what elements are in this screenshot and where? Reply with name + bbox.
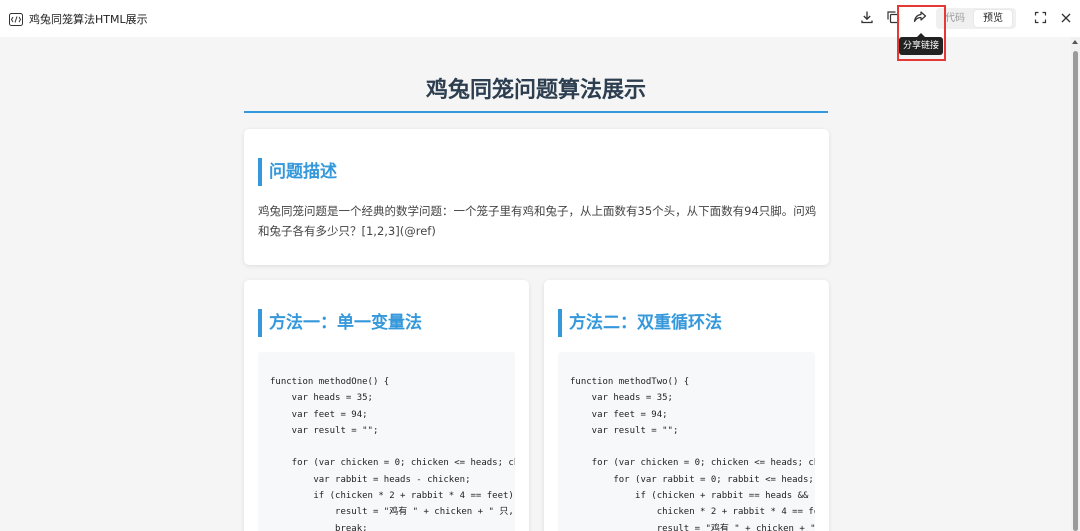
page-title: 鸡兔同笼问题算法展示 (425, 78, 646, 103)
fullscreen-button[interactable] (1031, 9, 1049, 27)
scroll-up-arrow-icon[interactable] (1072, 40, 1078, 44)
method-two-heading: 方法二：双重循环法 (558, 309, 722, 337)
code-document-icon (9, 11, 23, 26)
share-link-tooltip: 分享链接 (899, 33, 943, 55)
method-one-code: function methodOne() { var heads = 35; v… (270, 377, 515, 531)
download-icon (860, 9, 874, 28)
download-button[interactable] (858, 9, 876, 27)
preview-view-tab[interactable]: 预览 (974, 10, 1012, 27)
method-two-code-block: function methodTwo() { var heads = 35; v… (558, 352, 815, 531)
problem-heading: 问题描述 (258, 158, 337, 186)
problem-card: 问题描述 鸡兔同笼问题是一个经典的数学问题：一个笼子里有鸡和兔子，从上面数有35… (244, 129, 829, 265)
close-icon (1060, 9, 1072, 28)
method-two-code: function methodTwo() { var heads = 35; v… (570, 377, 815, 531)
close-button[interactable] (1057, 9, 1075, 27)
method-one-heading: 方法一：单一变量法 (258, 309, 422, 337)
method-two-card: 方法二：双重循环法 function methodTwo() { var hea… (544, 280, 829, 531)
scrollbar[interactable] (1071, 37, 1080, 531)
view-toggle: 代码 预览 (936, 8, 1016, 29)
fullscreen-icon (1034, 9, 1047, 28)
method-one-code-block: function methodOne() { var heads = 35; v… (258, 352, 515, 531)
window-title: 鸡兔同笼算法HTML展示 (29, 13, 148, 26)
title-divider (244, 111, 828, 113)
scrollbar-thumb[interactable] (1073, 51, 1078, 531)
problem-text: 鸡兔同笼问题是一个经典的数学问题：一个笼子里有鸡和兔子，从上面数有35个头，从下… (258, 204, 817, 238)
method-one-card: 方法一：单一变量法 function methodOne() { var hea… (244, 280, 529, 531)
